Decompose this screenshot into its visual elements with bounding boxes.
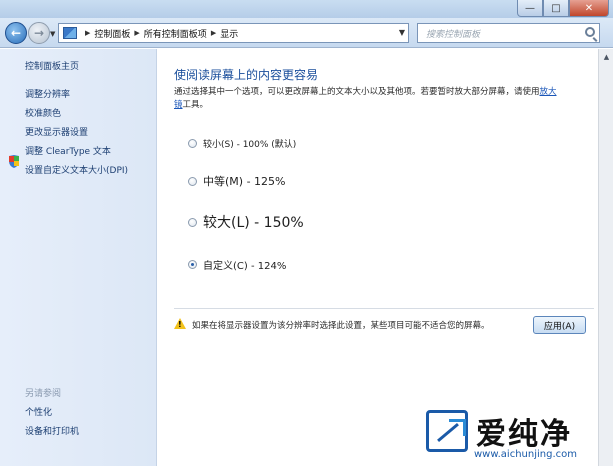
minimize-button[interactable]: —	[517, 0, 543, 17]
see-also-heading: 另请参阅	[25, 389, 62, 399]
radio-smaller[interactable]	[188, 139, 197, 148]
option-larger[interactable]: 较大(L) - 150%	[188, 212, 304, 232]
vertical-scrollbar[interactable]: ▲	[598, 49, 613, 466]
close-button[interactable]: ✕	[569, 0, 609, 17]
chevron-right-icon[interactable]: ▶	[134, 29, 139, 37]
sidebar-item-personalization[interactable]: 个性化	[25, 405, 52, 418]
address-dropdown-icon[interactable]: ▼	[399, 28, 405, 37]
back-button[interactable]: ←	[5, 22, 27, 44]
option-custom-label[interactable]: 自定义(C) - 124%	[203, 257, 286, 272]
sidebar-item-adjust-resolution[interactable]: 调整分辨率	[25, 87, 70, 100]
description-suffix: 工具。	[182, 100, 209, 110]
control-panel-icon	[63, 27, 77, 39]
title-bar: — □ ✕	[0, 0, 613, 18]
sidebar-item-control-panel-home[interactable]: 控制面板主页	[25, 59, 79, 72]
watermark-url: www.aichunjing.com	[474, 449, 577, 460]
watermark-brand: 爱纯净	[476, 417, 572, 452]
description-text: 通过选择其中一个选项，可以更改屏幕上的文本大小以及其他项。若要暂时放大部分屏幕，…	[174, 87, 540, 97]
warning-icon	[174, 318, 186, 329]
sidebar-item-change-display-settings[interactable]: 更改显示器设置	[25, 125, 88, 138]
chevron-right-icon[interactable]: ▶	[85, 29, 90, 37]
sidebar-item-devices-printers[interactable]: 设备和打印机	[25, 424, 79, 437]
left-navigation-pane: 控制面板主页 调整分辨率 校准颜色 更改显示器设置 调整 ClearType 文…	[0, 49, 157, 466]
chevron-right-icon[interactable]: ▶	[211, 29, 216, 37]
maximize-button[interactable]: □	[543, 0, 569, 17]
forward-button[interactable]: →	[28, 22, 50, 44]
search-icon[interactable]	[585, 27, 595, 37]
sidebar-item-calibrate-color[interactable]: 校准颜色	[25, 106, 61, 119]
radio-medium[interactable]	[188, 176, 197, 186]
magnifier-link-continued[interactable]: 镜	[174, 100, 183, 110]
breadcrumb-control-panel[interactable]: 控制面板	[94, 27, 130, 40]
recent-pages-dropdown-icon[interactable]: ▼	[50, 30, 58, 38]
sidebar-item-custom-dpi[interactable]: 设置自定义文本大小(DPI)	[25, 163, 128, 176]
main-content: 使阅读屏幕上的内容更容易 通过选择其中一个选项，可以更改屏幕上的文本大小以及其他…	[158, 49, 598, 466]
watermark: 爱纯净 www.aichunjing.com	[426, 405, 613, 466]
option-custom[interactable]: 自定义(C) - 124%	[188, 257, 286, 272]
watermark-logo-icon	[426, 410, 468, 452]
magnifier-link[interactable]: 放大	[540, 87, 557, 97]
option-medium[interactable]: 中等(M) - 125%	[188, 173, 285, 189]
breadcrumb-all-items[interactable]: 所有控制面板项	[144, 27, 207, 40]
window-controls: — □ ✕	[517, 0, 609, 17]
apply-button[interactable]: 应用(A)	[533, 316, 586, 334]
option-larger-label[interactable]: 较大(L) - 150%	[203, 212, 304, 232]
page-title: 使阅读屏幕上的内容更容易	[174, 68, 319, 82]
warning-text: 如果在将显示器设置为该分辨率时选择此设置，某些项目可能不适合您的屏幕。	[192, 321, 490, 331]
radio-larger[interactable]	[188, 217, 197, 227]
scroll-up-icon[interactable]: ▲	[601, 50, 612, 63]
option-smaller-label[interactable]: 较小(S) - 100% (默认)	[203, 137, 296, 150]
option-medium-label[interactable]: 中等(M) - 125%	[203, 173, 285, 189]
search-input[interactable]: 搜索控制面板	[417, 23, 600, 43]
option-smaller[interactable]: 较小(S) - 100% (默认)	[188, 137, 296, 150]
divider	[174, 308, 594, 309]
search-placeholder: 搜索控制面板	[426, 30, 481, 40]
address-bar[interactable]: ▶ 控制面板 ▶ 所有控制面板项 ▶ 显示 ▼	[58, 23, 409, 43]
sidebar-item-adjust-cleartype[interactable]: 调整 ClearType 文本	[25, 144, 111, 157]
breadcrumb-display[interactable]: 显示	[220, 27, 238, 40]
page-description: 通过选择其中一个选项，可以更改屏幕上的文本大小以及其他项。若要暂时放大部分屏幕，…	[174, 86, 594, 112]
shield-icon	[9, 155, 19, 168]
radio-custom[interactable]	[188, 260, 197, 269]
navigation-bar: ← → ▼ ▶ 控制面板 ▶ 所有控制面板项 ▶ 显示 ▼ ↻ 搜索控制面板	[0, 18, 613, 48]
